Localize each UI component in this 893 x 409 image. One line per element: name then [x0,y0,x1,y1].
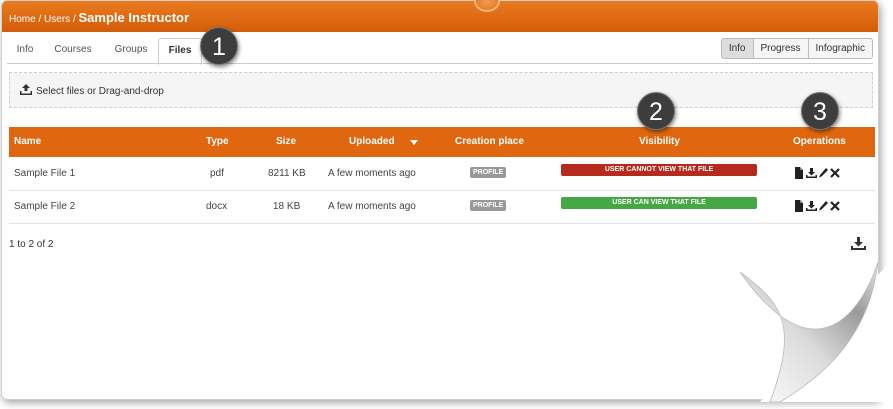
delete-icon[interactable] [830,167,840,179]
download-icon[interactable] [806,200,817,212]
col-name[interactable]: Name [14,136,41,147]
row-operations [794,200,840,212]
tab-info[interactable]: Info [7,38,43,62]
col-uploaded[interactable]: Uploaded [349,136,395,147]
page-header: Home / Users / Sample Instructor [2,1,878,32]
view-switcher: Info Progress Infographic [720,38,873,59]
callout-badge-3: 3 [801,92,839,130]
export-icon[interactable] [851,237,866,255]
page-title: Sample Instructor [78,10,190,25]
file-icon[interactable] [794,200,804,212]
visibility-toggle[interactable]: USER CANNOT VIEW THAT FILE [561,164,757,176]
file-type: pdf [210,168,224,179]
view-infographic-button[interactable]: Infographic [807,38,873,59]
visibility-toggle[interactable]: USER CAN VIEW THAT FILE [561,197,757,209]
file-size: 18 KB [273,201,301,212]
col-size[interactable]: Size [276,136,296,147]
pagination-info: 1 to 2 of 2 [9,239,54,250]
col-creation-place[interactable]: Creation place [455,136,524,147]
tab-divider [7,63,873,64]
file-name[interactable]: Sample File 1 [14,168,75,179]
col-visibility[interactable]: Visibility [639,136,680,147]
file-icon[interactable] [794,167,804,179]
file-uploaded: A few moments ago [328,201,416,212]
row-operations [794,167,840,179]
callout-badge-1: 1 [200,27,238,65]
upload-label: Select files or Drag-and-drop [36,86,164,97]
table-row: Sample File 2 docx 18 KB A few moments a… [9,190,875,224]
user-files-panel: Home / Users / Sample Instructor Info Co… [1,0,879,400]
tab-files[interactable]: Files [158,38,202,65]
files-table-header: Name Type Size Uploaded Creation place V… [9,127,875,157]
col-type[interactable]: Type [206,136,229,147]
table-row: Sample File 1 pdf 8211 KB A few moments … [9,157,875,191]
delete-icon[interactable] [830,200,840,212]
file-uploaded: A few moments ago [328,168,416,179]
file-name[interactable]: Sample File 2 [14,201,75,212]
tab-courses[interactable]: Courses [47,38,99,62]
creation-place-badge: PROFILE [470,167,507,178]
upload-dropzone[interactable]: Select files or Drag-and-drop [9,72,873,108]
tab-groups[interactable]: Groups [104,38,158,62]
pencil-icon[interactable] [818,200,828,212]
view-info-button[interactable]: Info [720,38,754,59]
file-size: 8211 KB [268,168,306,179]
view-progress-button[interactable]: Progress [752,38,809,59]
file-type: docx [206,201,228,212]
breadcrumb-users[interactable]: Users [44,14,70,25]
callout-badge-2: 2 [637,92,675,130]
sort-desc-icon[interactable] [410,140,418,145]
breadcrumb: Home / Users / Sample Instructor [9,10,190,25]
breadcrumb-home[interactable]: Home [9,14,36,25]
creation-place-badge: PROFILE [470,200,507,211]
col-operations: Operations [793,136,846,147]
download-icon[interactable] [806,167,817,179]
upload-icon [20,84,32,98]
pencil-icon[interactable] [818,167,828,179]
